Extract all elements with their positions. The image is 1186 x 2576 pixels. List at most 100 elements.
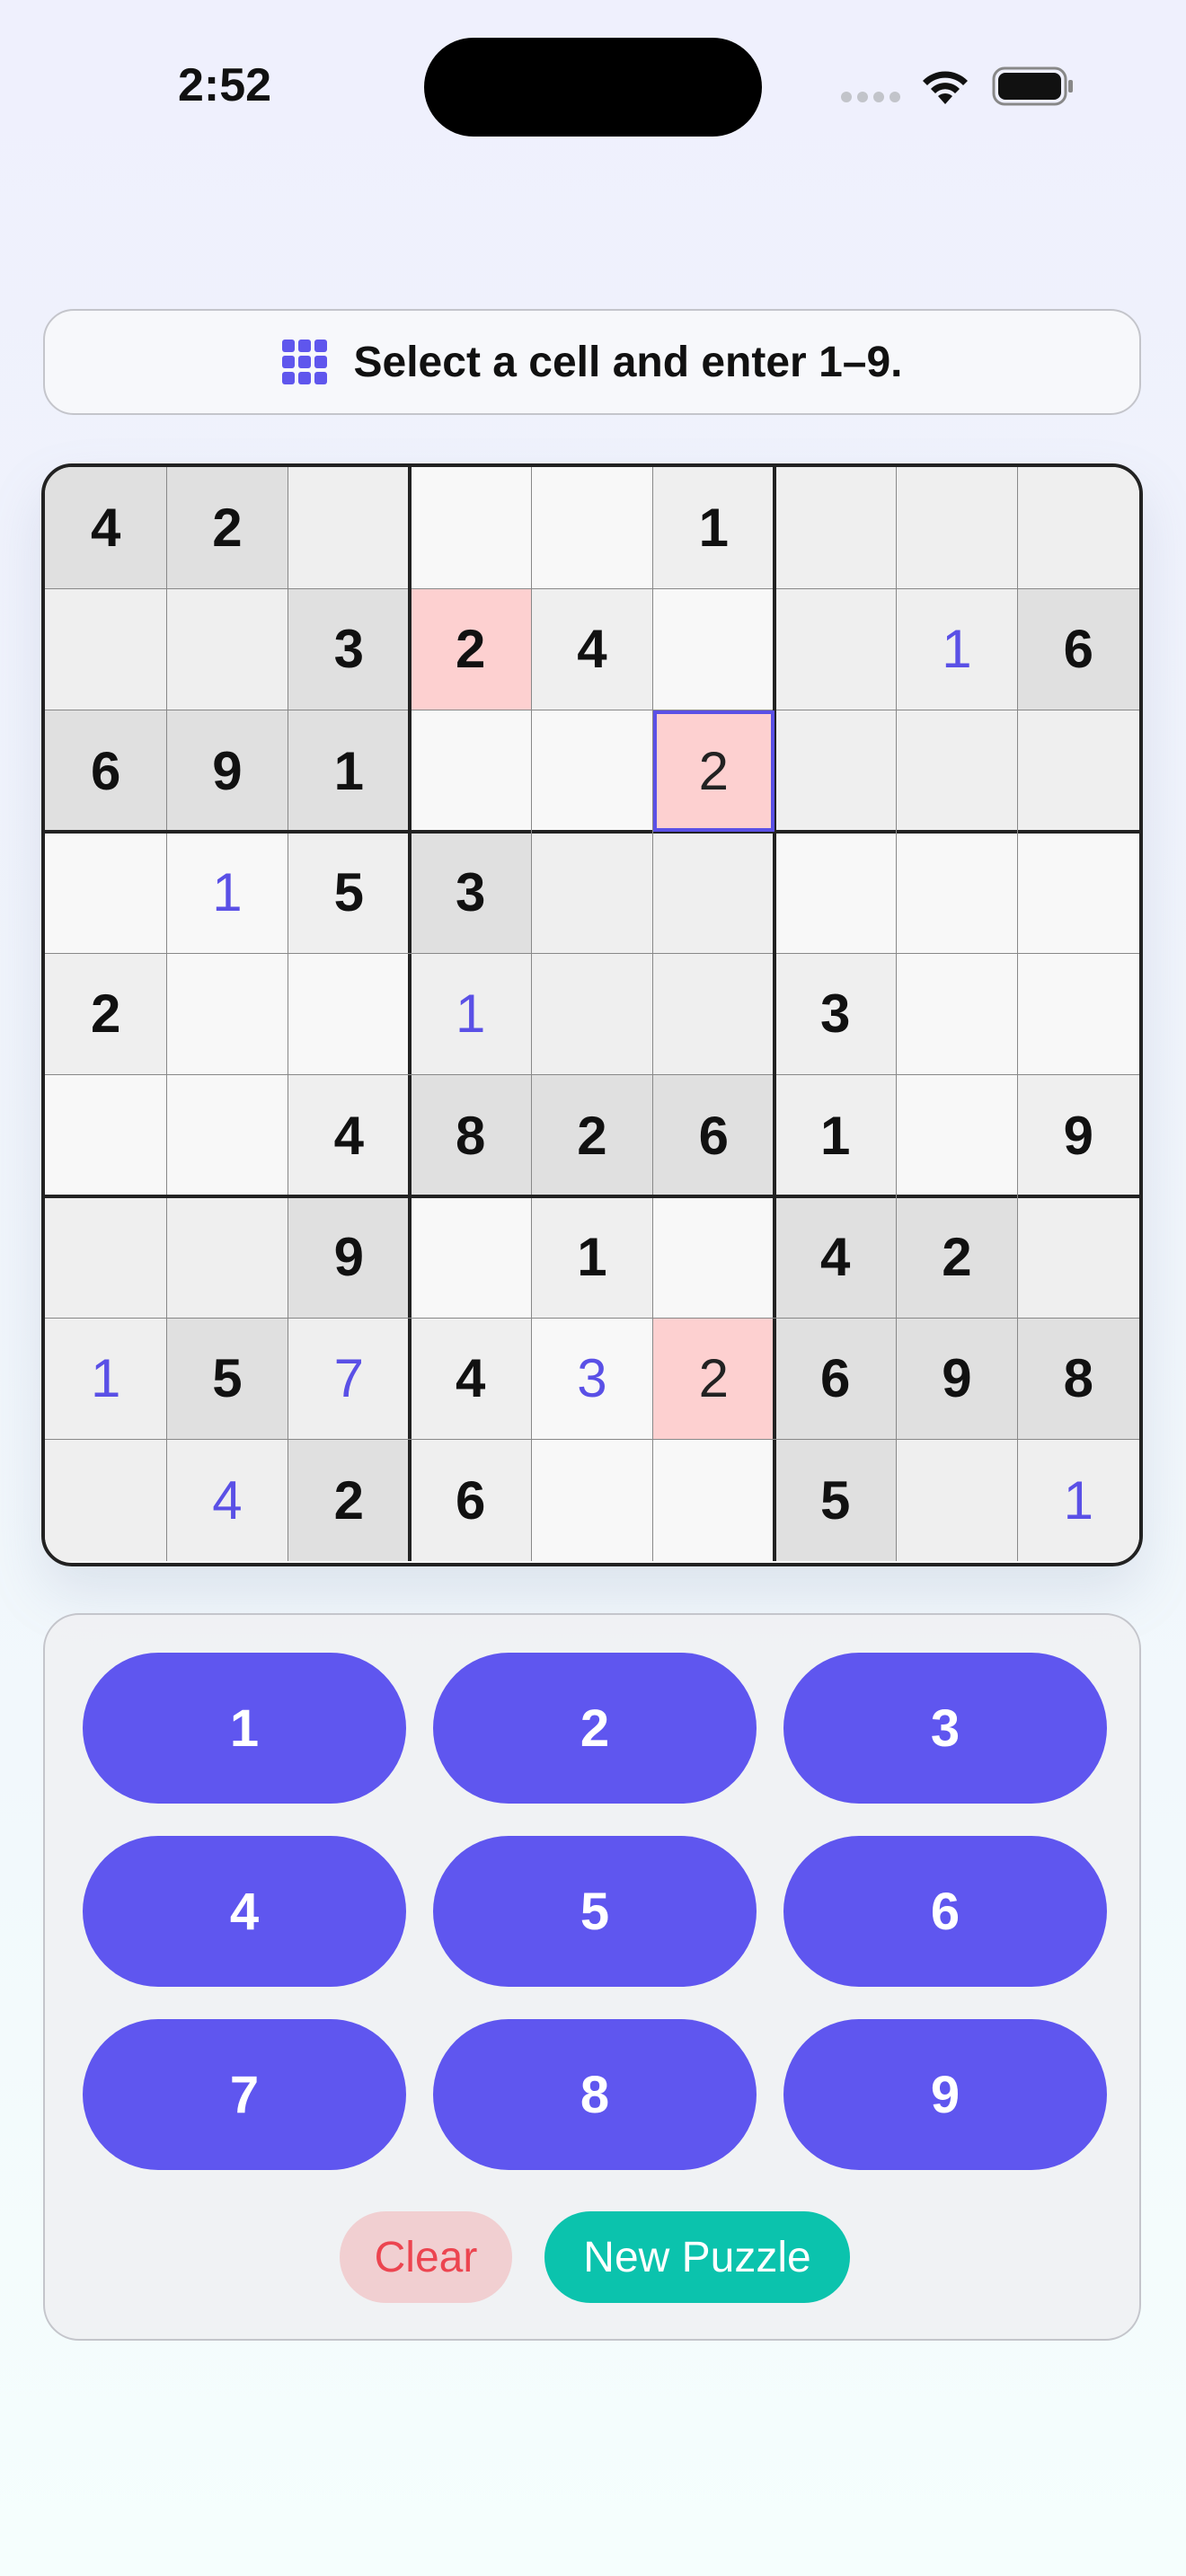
number-keypad: Clear New Puzzle 123 456 789 bbox=[43, 1613, 1141, 2341]
sudoku-cell-r6c1[interactable] bbox=[45, 1074, 167, 1196]
sudoku-cell-r7c3[interactable]: 9 bbox=[288, 1196, 410, 1319]
digit-button-7[interactable]: 7 bbox=[83, 2019, 406, 2170]
sudoku-cell-r5c1[interactable]: 2 bbox=[45, 953, 167, 1075]
sudoku-cell-r3c3[interactable]: 1 bbox=[288, 710, 410, 832]
clear-button[interactable]: Clear bbox=[340, 2211, 512, 2303]
sudoku-cell-r2c6[interactable] bbox=[652, 588, 774, 710]
sudoku-cell-r4c4[interactable]: 3 bbox=[410, 832, 532, 954]
box-divider-horizontal bbox=[45, 1195, 1139, 1198]
digit-button-3[interactable]: 3 bbox=[783, 1653, 1107, 1804]
digit-button-6[interactable]: 6 bbox=[783, 1836, 1107, 1987]
sudoku-cell-r2c1[interactable] bbox=[45, 588, 167, 710]
grid-icon bbox=[281, 340, 327, 384]
sudoku-cell-r5c9[interactable] bbox=[1017, 953, 1139, 1075]
digit-button-8[interactable]: 8 bbox=[433, 2019, 757, 2170]
sudoku-cell-r9c5[interactable] bbox=[531, 1439, 653, 1561]
sudoku-cell-r4c9[interactable] bbox=[1017, 832, 1139, 954]
sudoku-cell-r8c6[interactable]: 2 bbox=[652, 1318, 774, 1440]
sudoku-cell-r6c7[interactable]: 1 bbox=[774, 1074, 897, 1196]
sudoku-cell-r7c4[interactable] bbox=[410, 1196, 532, 1319]
sudoku-cell-r9c8[interactable] bbox=[896, 1439, 1018, 1561]
sudoku-cell-r8c2[interactable]: 5 bbox=[166, 1318, 288, 1440]
sudoku-cell-r1c1[interactable]: 4 bbox=[45, 467, 167, 589]
sudoku-cell-r6c2[interactable] bbox=[166, 1074, 288, 1196]
new-puzzle-button[interactable]: New Puzzle bbox=[544, 2211, 850, 2303]
sudoku-cell-r5c5[interactable] bbox=[531, 953, 653, 1075]
sudoku-cell-r7c1[interactable] bbox=[45, 1196, 167, 1319]
sudoku-cell-r1c9[interactable] bbox=[1017, 467, 1139, 589]
sudoku-cell-r4c2[interactable]: 1 bbox=[166, 832, 288, 954]
sudoku-cell-r2c2[interactable] bbox=[166, 588, 288, 710]
sudoku-cell-r8c7[interactable]: 6 bbox=[774, 1318, 897, 1440]
sudoku-cell-r8c3[interactable]: 7 bbox=[288, 1318, 410, 1440]
cell-divider-vertical bbox=[1016, 467, 1019, 1561]
sudoku-cell-r9c1[interactable] bbox=[45, 1439, 167, 1561]
sudoku-cell-r1c3[interactable] bbox=[288, 467, 410, 589]
sudoku-cell-r2c8[interactable]: 1 bbox=[896, 588, 1018, 710]
sudoku-cell-r8c5[interactable]: 3 bbox=[531, 1318, 653, 1440]
sudoku-cell-r3c2[interactable]: 9 bbox=[166, 710, 288, 832]
sudoku-cell-r5c8[interactable] bbox=[896, 953, 1018, 1075]
sudoku-cell-r7c7[interactable]: 4 bbox=[774, 1196, 897, 1319]
sudoku-cell-r3c7[interactable] bbox=[774, 710, 897, 832]
sudoku-cell-r2c3[interactable]: 3 bbox=[288, 588, 410, 710]
sudoku-cell-r7c9[interactable] bbox=[1017, 1196, 1139, 1319]
sudoku-cell-r6c8[interactable] bbox=[896, 1074, 1018, 1196]
digit-button-5[interactable]: 5 bbox=[433, 1836, 757, 1987]
sudoku-cell-r2c9[interactable]: 6 bbox=[1017, 588, 1139, 710]
sudoku-cell-r4c5[interactable] bbox=[531, 832, 653, 954]
sudoku-cell-r8c9[interactable]: 8 bbox=[1017, 1318, 1139, 1440]
sudoku-cell-r1c5[interactable] bbox=[531, 467, 653, 589]
sudoku-cell-r9c3[interactable]: 2 bbox=[288, 1439, 410, 1561]
instruction-text: Select a cell and enter 1–9. bbox=[353, 338, 903, 386]
sudoku-cell-r6c9[interactable]: 9 bbox=[1017, 1074, 1139, 1196]
sudoku-cell-r4c3[interactable]: 5 bbox=[288, 832, 410, 954]
sudoku-cell-r2c5[interactable]: 4 bbox=[531, 588, 653, 710]
sudoku-cell-r7c8[interactable]: 2 bbox=[896, 1196, 1018, 1319]
sudoku-cell-r6c6[interactable]: 6 bbox=[652, 1074, 774, 1196]
dynamic-island bbox=[424, 38, 762, 137]
sudoku-cell-r4c7[interactable] bbox=[774, 832, 897, 954]
sudoku-cell-r2c4[interactable]: 2 bbox=[410, 588, 532, 710]
digit-button-2[interactable]: 2 bbox=[433, 1653, 757, 1804]
sudoku-cell-r4c8[interactable] bbox=[896, 832, 1018, 954]
sudoku-cell-r1c7[interactable] bbox=[774, 467, 897, 589]
sudoku-cell-r8c1[interactable]: 1 bbox=[45, 1318, 167, 1440]
sudoku-cell-r9c7[interactable]: 5 bbox=[774, 1439, 897, 1561]
instruction-banner: Select a cell and enter 1–9. bbox=[43, 309, 1141, 415]
sudoku-cell-r5c7[interactable]: 3 bbox=[774, 953, 897, 1075]
sudoku-cell-r1c2[interactable]: 2 bbox=[166, 467, 288, 589]
sudoku-cell-r5c2[interactable] bbox=[166, 953, 288, 1075]
digit-button-1[interactable]: 1 bbox=[83, 1653, 406, 1804]
sudoku-cell-r9c9[interactable]: 1 bbox=[1017, 1439, 1139, 1561]
sudoku-cell-r7c2[interactable] bbox=[166, 1196, 288, 1319]
digit-button-4[interactable]: 4 bbox=[83, 1836, 406, 1987]
sudoku-cell-r3c1[interactable]: 6 bbox=[45, 710, 167, 832]
sudoku-cell-r7c6[interactable] bbox=[652, 1196, 774, 1319]
sudoku-cell-r8c4[interactable]: 4 bbox=[410, 1318, 532, 1440]
cell-divider-horizontal bbox=[45, 1438, 1139, 1441]
digit-button-9[interactable]: 9 bbox=[783, 2019, 1107, 2170]
sudoku-cell-r1c6[interactable]: 1 bbox=[652, 467, 774, 589]
sudoku-cell-r5c4[interactable]: 1 bbox=[410, 953, 532, 1075]
sudoku-cell-r3c9[interactable] bbox=[1017, 710, 1139, 832]
sudoku-cell-r7c5[interactable]: 1 bbox=[531, 1196, 653, 1319]
sudoku-cell-r4c1[interactable] bbox=[45, 832, 167, 954]
sudoku-cell-r9c2[interactable]: 4 bbox=[166, 1439, 288, 1561]
sudoku-cell-r1c4[interactable] bbox=[410, 467, 532, 589]
sudoku-cell-r4c6[interactable] bbox=[652, 832, 774, 954]
sudoku-cell-r3c8[interactable] bbox=[896, 710, 1018, 832]
sudoku-cell-r5c6[interactable] bbox=[652, 953, 774, 1075]
sudoku-cell-r3c4[interactable] bbox=[410, 710, 532, 832]
sudoku-cell-r6c4[interactable]: 8 bbox=[410, 1074, 532, 1196]
sudoku-cell-r2c7[interactable] bbox=[774, 588, 897, 710]
sudoku-cell-r9c4[interactable]: 6 bbox=[410, 1439, 532, 1561]
status-time: 2:52 bbox=[177, 59, 272, 111]
sudoku-cell-r9c6[interactable] bbox=[652, 1439, 774, 1561]
sudoku-cell-r6c3[interactable]: 4 bbox=[288, 1074, 410, 1196]
sudoku-cell-r8c8[interactable]: 9 bbox=[896, 1318, 1018, 1440]
sudoku-cell-r1c8[interactable] bbox=[896, 467, 1018, 589]
sudoku-cell-r6c5[interactable]: 2 bbox=[531, 1074, 653, 1196]
sudoku-cell-r3c5[interactable] bbox=[531, 710, 653, 832]
sudoku-cell-r5c3[interactable] bbox=[288, 953, 410, 1075]
